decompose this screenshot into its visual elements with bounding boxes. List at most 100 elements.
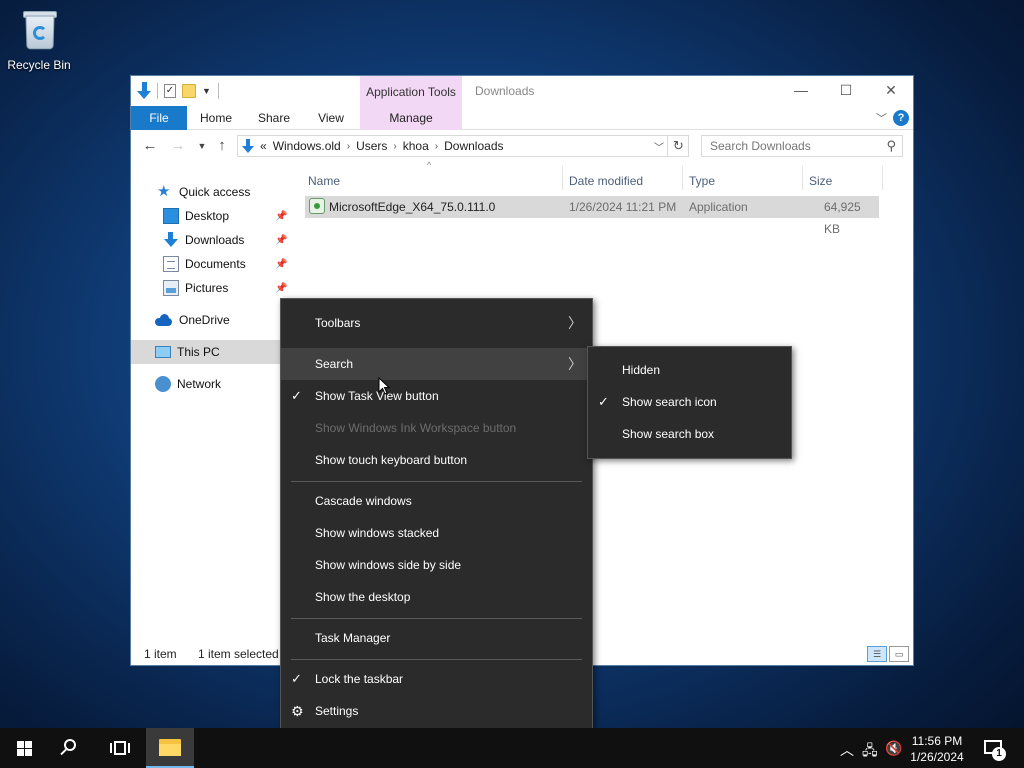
menu-item-settings[interactable]: ⚙ Settings (281, 695, 592, 727)
table-row[interactable]: MicrosoftEdge_X64_75.0.111.0 1/26/2024 1… (305, 196, 879, 236)
up-arrow-icon[interactable]: ↑ (213, 137, 231, 155)
minimize-button[interactable]: — (791, 82, 811, 98)
application-file-icon (309, 198, 325, 214)
breadcrumb-separator-icon[interactable]: › (393, 141, 396, 152)
nav-label: This PC (177, 345, 220, 359)
file-type: Application (689, 200, 748, 214)
help-icon[interactable]: ? (893, 110, 909, 126)
menu-item-task-manager[interactable]: Task Manager (281, 622, 592, 654)
search-button[interactable] (48, 728, 96, 768)
submenu-item-show-search-icon[interactable]: ✓ Show search icon (588, 386, 791, 418)
downloads-folder-icon (163, 232, 179, 248)
nav-item-network[interactable]: Network (131, 372, 281, 396)
file-explorer-taskbar-button[interactable] (146, 728, 194, 768)
nav-item-onedrive[interactable]: OneDrive (131, 308, 281, 332)
pictures-folder-icon (163, 280, 179, 296)
menu-item-show-task-view[interactable]: ✓ Show Task View button (281, 380, 592, 412)
menu-item-label: Show search box (622, 427, 715, 441)
submenu-item-hidden[interactable]: Hidden (588, 354, 791, 386)
column-header-type[interactable]: Type (689, 170, 715, 192)
menu-item-label: Search (315, 357, 354, 371)
status-item-count: 1 item (144, 647, 177, 661)
search-icon: ⚲ (886, 138, 896, 153)
tab-view[interactable]: View (311, 106, 351, 130)
back-arrow-icon[interactable]: ← (141, 137, 159, 155)
tab-home[interactable]: Home (195, 106, 237, 130)
large-icons-view-icon[interactable]: ▭ (889, 646, 909, 662)
recycle-bin-icon (20, 8, 58, 52)
menu-item-label: Show Windows Ink Workspace button (315, 421, 517, 435)
menu-item-show-ink-workspace: Show Windows Ink Workspace button (281, 412, 592, 444)
breadcrumb-overflow[interactable]: « (260, 139, 267, 153)
menu-item-show-desktop[interactable]: Show the desktop (281, 581, 592, 613)
menu-item-label: Show the desktop (315, 590, 411, 604)
submenu-item-show-search-box[interactable]: Show search box (588, 418, 791, 450)
properties-icon[interactable]: ✓ (164, 84, 176, 98)
breadcrumb-khoa[interactable]: khoa (403, 139, 429, 153)
status-selected-count: 1 item selected (198, 647, 279, 661)
checkmark-icon: ✓ (291, 388, 302, 403)
window-title: Downloads (475, 84, 535, 98)
recycle-bin-shortcut[interactable]: Recycle Bin (4, 8, 74, 72)
search-icon (64, 739, 76, 751)
search-input[interactable]: Search Downloads ⚲ (701, 135, 903, 157)
expand-ribbon-chevron-icon[interactable]: ﹀ (876, 110, 887, 126)
tab-file[interactable]: File (131, 106, 187, 130)
refresh-icon[interactable]: ↻ (667, 135, 689, 157)
menu-item-lock-taskbar[interactable]: ✓ Lock the taskbar (281, 663, 592, 695)
pin-icon[interactable]: 📌 (275, 235, 287, 246)
nav-item-desktop[interactable]: Desktop 📌 (131, 204, 287, 228)
column-header-size[interactable]: Size (809, 170, 832, 192)
column-header-name[interactable]: Name (308, 170, 340, 192)
forward-arrow-icon[interactable]: → (169, 137, 187, 155)
volume-muted-icon[interactable]: 🔇 (885, 740, 902, 757)
nav-item-documents[interactable]: Documents 📌 (131, 252, 287, 276)
sort-ascending-caret-icon: ^ (427, 160, 432, 170)
nav-label: Desktop (185, 209, 230, 223)
menu-item-cascade-windows[interactable]: Cascade windows (281, 485, 592, 517)
breadcrumb-separator-icon[interactable]: › (347, 141, 350, 152)
menu-item-toolbars[interactable]: Toolbars 〉 (281, 307, 592, 339)
recycle-bin-label: Recycle Bin (7, 58, 71, 72)
new-folder-icon[interactable] (182, 84, 196, 98)
breadcrumb-separator-icon[interactable]: › (435, 141, 438, 152)
system-clock[interactable]: 11:56 PM 1/26/2024 (902, 733, 972, 765)
computer-icon (155, 346, 171, 358)
pin-icon[interactable]: 📌 (275, 211, 287, 222)
maximize-button[interactable]: ☐ (836, 82, 856, 98)
taskbar[interactable]: ︿ 🖧 🔇 11:56 PM 1/26/2024 1 (0, 728, 1024, 768)
submenu-chevron-icon: 〉 (568, 356, 582, 372)
address-dropdown-chevron-icon[interactable]: ﹀ (654, 139, 664, 154)
checkmark-icon: ✓ (291, 671, 302, 686)
breadcrumb-users[interactable]: Users (356, 139, 387, 153)
nav-item-quick-access[interactable]: ★ Quick access (131, 180, 281, 204)
address-box[interactable]: « Windows.old › Users › khoa › Downloads… (237, 135, 689, 157)
menu-item-label: Show Task View button (315, 389, 439, 403)
show-hidden-icons-chevron-icon[interactable]: ︿ (840, 740, 854, 760)
details-view-icon[interactable]: ☰ (867, 646, 887, 662)
menu-item-show-windows-stacked[interactable]: Show windows stacked (281, 517, 592, 549)
recent-locations-chevron-icon[interactable]: ▼ (193, 137, 211, 155)
menu-item-show-touch-keyboard[interactable]: Show touch keyboard button (281, 444, 592, 476)
customize-toolbar-chevron-icon[interactable]: ▼ (202, 86, 212, 96)
pin-icon[interactable]: 📌 (275, 259, 287, 270)
breadcrumb-windows-old[interactable]: Windows.old (273, 139, 341, 153)
breadcrumb-downloads[interactable]: Downloads (444, 139, 503, 153)
nav-item-downloads[interactable]: Downloads 📌 (131, 228, 287, 252)
task-view-button[interactable] (96, 728, 144, 768)
desktop-folder-icon (163, 208, 179, 224)
menu-item-search[interactable]: Search 〉 (281, 348, 592, 380)
menu-separator (291, 481, 582, 482)
pin-icon[interactable]: 📌 (275, 283, 287, 294)
tab-manage[interactable]: Manage (360, 106, 462, 130)
nav-item-pictures[interactable]: Pictures 📌 (131, 276, 287, 300)
close-button[interactable]: ✕ (881, 82, 901, 98)
tab-share[interactable]: Share (253, 106, 295, 130)
file-name: MicrosoftEdge_X64_75.0.111.0 (329, 200, 496, 214)
nav-label: Documents (185, 257, 246, 271)
start-button[interactable] (0, 728, 48, 768)
menu-item-side-by-side[interactable]: Show windows side by side (281, 549, 592, 581)
column-header-date-modified[interactable]: Date modified (569, 170, 643, 192)
nav-item-this-pc[interactable]: This PC (131, 340, 281, 364)
network-status-icon[interactable]: 🖧 (862, 740, 878, 764)
